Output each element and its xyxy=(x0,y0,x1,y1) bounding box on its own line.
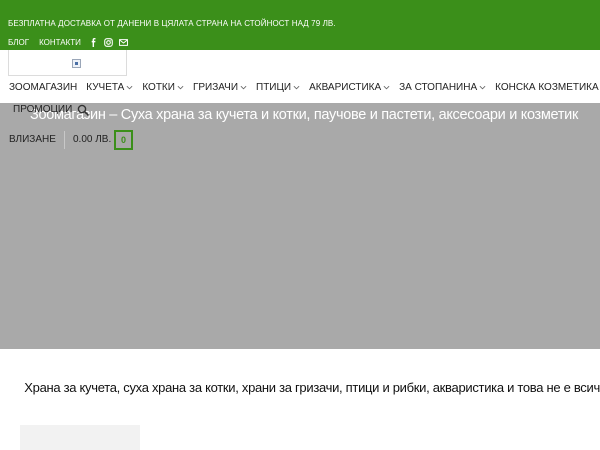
chevron-down-icon xyxy=(479,84,486,91)
facebook-icon[interactable] xyxy=(89,38,98,47)
search-icon[interactable] xyxy=(77,104,89,116)
nav-item-zoo-shop[interactable]: ЗООМАГАЗИН xyxy=(0,82,77,93)
free-delivery-notice: БЕЗПЛАТНА ДОСТАВКА ОТ ДАНЕНИ В ЦЯЛАТА СТ… xyxy=(8,19,336,28)
nav-item-aquaristics[interactable]: АКВАРИСТИКА xyxy=(300,82,390,93)
nav-item-promotions[interactable]: ПРОМОЦИИ xyxy=(13,104,72,115)
site-logo[interactable] xyxy=(8,50,127,76)
chevron-down-icon xyxy=(126,84,133,91)
chevron-down-icon xyxy=(177,84,184,91)
top-bar: БЕЗПЛАТНА ДОСТАВКА ОТ ДАНЕНИ В ЦЯЛАТА СТ… xyxy=(0,0,600,50)
hero-title: Зоомагазин – Суха храна за кучета и котк… xyxy=(30,107,579,123)
nav-item-birds[interactable]: ПТИЦИ xyxy=(247,82,300,93)
page-tagline: Храна за кучета, суха храна за котки, хр… xyxy=(24,380,600,395)
contacts-link[interactable]: КОНТАКТИ xyxy=(39,38,81,47)
nav-item-dogs[interactable]: КУЧЕТА xyxy=(77,82,133,93)
content-card xyxy=(20,425,140,450)
blog-link[interactable]: БЛОГ xyxy=(8,38,29,47)
nav-item-cats[interactable]: КОТКИ xyxy=(133,82,184,93)
cart-total[interactable]: 0.00 ЛВ. xyxy=(73,134,111,145)
login-link[interactable]: ВЛИЗАНЕ xyxy=(9,134,56,145)
chevron-down-icon xyxy=(293,84,300,91)
chevron-down-icon xyxy=(383,84,390,91)
chevron-down-icon xyxy=(240,84,247,91)
logo-image-icon xyxy=(72,59,81,68)
nav-item-horse-cosmetics[interactable]: КОНСКА КОЗМЕТИКА xyxy=(486,82,600,93)
social-icons xyxy=(89,38,128,47)
top-links: БЛОГ КОНТАКТИ xyxy=(8,37,128,48)
instagram-icon[interactable] xyxy=(104,38,113,47)
main-nav: ЗООМАГАЗИН КУЧЕТА КОТКИ ГРИЗАЧИ ПТИЦИ АК… xyxy=(0,78,600,96)
nav-item-rodents[interactable]: ГРИЗАЧИ xyxy=(184,82,247,93)
cart-count-badge[interactable]: 0 xyxy=(114,130,133,150)
email-icon[interactable] xyxy=(118,38,128,47)
header-divider xyxy=(64,131,65,149)
nav-item-for-owner[interactable]: ЗА СТОПАНИНА xyxy=(390,82,486,93)
